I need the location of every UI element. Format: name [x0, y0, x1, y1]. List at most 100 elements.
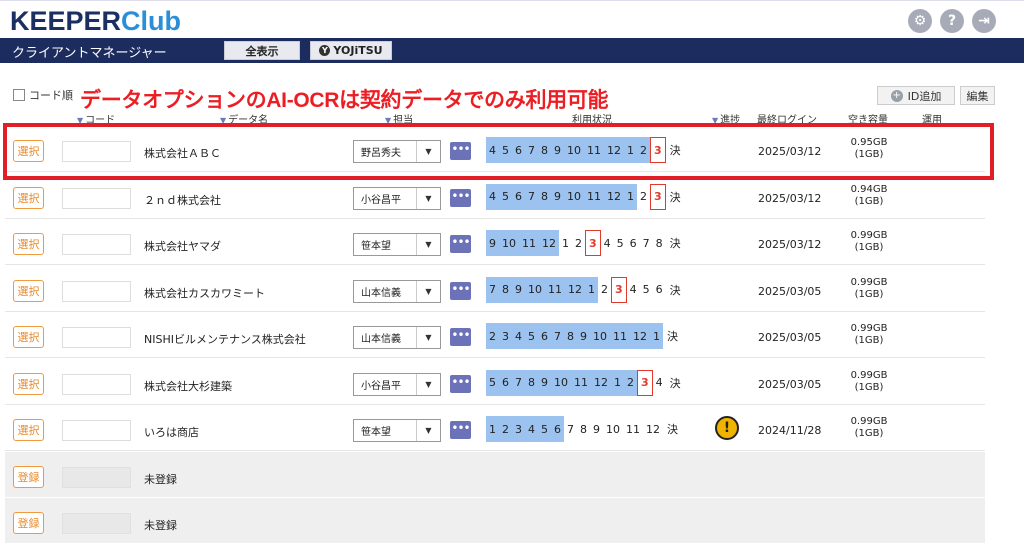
usage-month-active: 9: [538, 369, 551, 396]
plus-icon: +: [890, 89, 903, 102]
more-options-icon[interactable]: •••: [450, 328, 471, 346]
last-login-date: 2025/03/05: [758, 284, 822, 298]
usage-month-active: 6: [551, 416, 564, 442]
dropdown-arrow-icon: ▼: [416, 420, 440, 441]
select-button[interactable]: 選択: [13, 326, 44, 348]
settlement-label: 決: [667, 330, 678, 343]
usage-months: 5 6 7 8 9 10 11 12 1 2 3 4 決: [486, 369, 684, 396]
more-options-icon[interactable]: •••: [450, 281, 471, 300]
settlement-label: 決: [669, 376, 681, 390]
top-header: KEEPERClub ⚙ ? ⇥: [0, 0, 1024, 38]
usage-month: 12: [646, 422, 660, 436]
usage-month-active: 1: [585, 276, 598, 303]
usage-month: 7: [642, 236, 650, 250]
usage-month-active: 12: [630, 323, 650, 349]
table-row-unregistered: 登録 未登録: [5, 451, 985, 498]
free-space-value: 0.99GB (1GB): [845, 370, 893, 394]
usage-month-active: 10: [564, 183, 584, 210]
usage-month-active: 1: [611, 369, 624, 396]
usage-months: 1 2 3 4 5 6 7 8 9 10 11 12 決: [486, 416, 681, 442]
select-button[interactable]: 選択: [13, 419, 44, 441]
last-login-date: 2025/03/05: [758, 331, 822, 344]
free-space-total: (1GB): [854, 195, 884, 207]
add-id-button[interactable]: + ID追加: [877, 86, 955, 105]
settlement-label: 決: [667, 423, 678, 436]
usage-month-active: 9: [551, 183, 564, 210]
person-value: 山本信義: [361, 334, 401, 345]
yojitsu-button[interactable]: Y YOJiTSU: [310, 41, 392, 60]
usage-month: 7: [567, 422, 574, 436]
person-select[interactable]: 笹本望 ▼: [353, 419, 441, 442]
settlement-label: 決: [669, 237, 681, 250]
usage-month-active: 9: [577, 323, 590, 349]
usage-month-active: 10: [525, 276, 545, 303]
usage-month-active: 5: [486, 369, 499, 396]
usage-month-active: 2: [624, 369, 637, 396]
logout-icon[interactable]: ⇥: [972, 9, 996, 33]
usage-months: 9 10 11 12 1 2 3 4 5 6 7 8 決: [486, 230, 684, 256]
code-input[interactable]: [62, 327, 131, 348]
data-name-text[interactable]: 株式会社ヤマダ: [144, 238, 221, 254]
select-button[interactable]: 選択: [13, 186, 44, 209]
free-space-value: 0.99GB (1GB): [845, 323, 893, 347]
more-options-icon[interactable]: •••: [450, 235, 471, 253]
usage-month-active: 3: [512, 416, 525, 442]
nav-bar: クライアントマネージャー 全表示 Y YOJiTSU: [0, 38, 1024, 63]
free-space-value: 0.99GB (1GB): [845, 277, 893, 301]
unregistered-label: 未登録: [144, 519, 177, 532]
warning-icon[interactable]: !: [715, 416, 739, 440]
register-button[interactable]: 登録: [13, 465, 44, 488]
usage-month-current: 3: [650, 183, 666, 210]
code-order-toggle[interactable]: コード順: [13, 87, 73, 103]
select-button[interactable]: 選択: [13, 372, 44, 395]
data-name-text[interactable]: 株式会社大杉建築: [144, 378, 232, 394]
usage-month-active: 7: [486, 276, 499, 303]
table-row: 選択 株式会社カスカワミート 山本信義 ▼ ••• 7 8 9 10 11 12 1 2 3 4 5 6 決 202…: [5, 266, 985, 312]
select-button[interactable]: 選択: [13, 279, 44, 302]
yojitsu-label: YOJiTSU: [333, 44, 383, 57]
data-name-text[interactable]: ２ｎｄ株式会社: [144, 192, 221, 208]
person-select[interactable]: 山本信義 ▼: [353, 326, 441, 349]
code-input[interactable]: [62, 234, 131, 255]
usage-month-active: 11: [610, 323, 630, 349]
usage-month-active: 8: [499, 276, 512, 303]
person-select[interactable]: 小谷昌平 ▼: [353, 372, 441, 396]
help-icon[interactable]: ?: [940, 9, 964, 33]
usage-month-active: 7: [525, 183, 538, 210]
usage-month-active: 7: [551, 323, 564, 349]
person-select[interactable]: 山本信義 ▼: [353, 279, 441, 303]
usage-month: 4: [603, 236, 611, 250]
usage-month-active: 10: [499, 230, 519, 256]
code-input[interactable]: [62, 280, 131, 302]
last-login-date: 2025/03/12: [758, 191, 822, 205]
code-input[interactable]: [62, 420, 131, 441]
select-button[interactable]: 選択: [13, 233, 44, 255]
free-space-amount: 0.99GB: [850, 416, 888, 427]
edit-button[interactable]: 編集: [960, 86, 995, 105]
usage-month-active: 12: [591, 369, 611, 396]
free-space-total: (1GB): [854, 242, 884, 253]
code-input[interactable]: [62, 373, 131, 395]
register-button[interactable]: 登録: [13, 512, 44, 534]
code-order-checkbox[interactable]: [13, 89, 25, 101]
dropdown-arrow-icon: ▼: [416, 187, 440, 209]
data-name-text[interactable]: 株式会社カスカワミート: [144, 285, 265, 301]
usage-months: 4 5 6 7 8 9 10 11 12 1 2 3 決: [486, 183, 684, 210]
more-options-icon[interactable]: •••: [450, 188, 471, 207]
user-gear-icon[interactable]: ⚙: [908, 9, 932, 33]
usage-month-active: 6: [538, 323, 551, 349]
usage-month: 8: [580, 422, 587, 436]
code-input[interactable]: [62, 187, 131, 209]
usage-month-active: 3: [499, 323, 512, 349]
person-value: 山本信義: [361, 287, 401, 299]
data-name-text[interactable]: NISHIビルメンテナンス株式会社: [144, 331, 306, 347]
more-options-icon[interactable]: •••: [450, 374, 471, 393]
show-all-button[interactable]: 全表示: [224, 41, 300, 60]
usage-month-active: 11: [571, 369, 591, 396]
person-select[interactable]: 小谷昌平 ▼: [353, 186, 441, 210]
usage-month: 5: [642, 283, 650, 296]
app-logo[interactable]: KEEPERClub: [10, 5, 181, 37]
more-options-icon[interactable]: •••: [450, 421, 471, 439]
data-name-text[interactable]: いろは商店: [144, 424, 199, 440]
person-select[interactable]: 笹本望 ▼: [353, 233, 441, 256]
